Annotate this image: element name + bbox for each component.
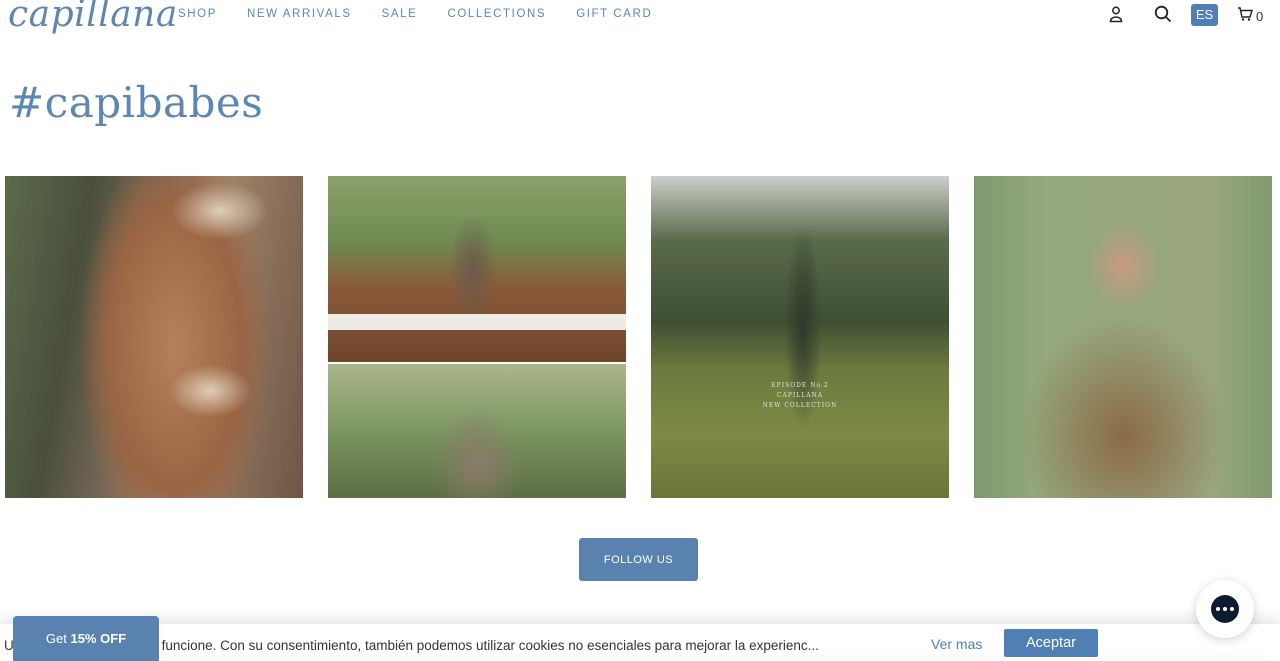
language-switcher[interactable]: ES (1191, 4, 1218, 26)
cookie-more-link[interactable]: Ver mas (931, 636, 982, 652)
discount-popup-tab[interactable]: Get 15% OFF (13, 616, 159, 661)
follow-us-button[interactable]: FOLLOW US (579, 538, 698, 581)
nav-item-gift-card[interactable]: GIFT CARD (576, 8, 652, 20)
nav-item-sale[interactable]: SALE (382, 8, 418, 20)
gallery-image-2-fence (328, 314, 626, 330)
cookie-banner: U s para que nuestro sitio funcione. Con… (0, 624, 1280, 657)
main-nav: SHOP NEW ARRIVALS SALE COLLECTIONS GIFT … (178, 8, 682, 20)
chat-bubble-icon (1211, 595, 1239, 623)
promo-prefix: Get (45, 630, 71, 646)
chat-launcher[interactable] (1196, 580, 1254, 638)
section-title: #capibabes (9, 78, 264, 127)
gallery-image-2-bottom (328, 364, 626, 498)
brand-logo[interactable]: capillana (8, 0, 178, 35)
gallery-image-3-caption: EPISODE No.2 CAPILLANA NEW COLLECTION (651, 381, 949, 411)
nav-item-shop[interactable]: SHOP (178, 8, 217, 20)
cart-count: 0 (1256, 9, 1264, 24)
user-icon[interactable] (1108, 5, 1124, 28)
gallery-image-2-top (328, 176, 626, 362)
nav-item-new-arrivals[interactable]: NEW ARRIVALS (247, 8, 352, 20)
caption-line-3: NEW COLLECTION (762, 402, 838, 409)
cart-icon (1237, 6, 1253, 27)
promo-highlight: 15% OFF (70, 630, 127, 646)
cookie-accept-button[interactable]: Aceptar (1004, 629, 1098, 657)
gallery-image-2[interactable] (328, 176, 626, 498)
caption-line-1: EPISODE No.2 (771, 382, 829, 389)
gallery-image-1[interactable] (5, 176, 303, 498)
gallery-image-3[interactable]: EPISODE No.2 CAPILLANA NEW COLLECTION (651, 176, 949, 498)
caption-line-2: CAPILLANA (776, 392, 824, 399)
nav-item-collections[interactable]: COLLECTIONS (447, 8, 546, 20)
gallery-image-4[interactable] (974, 176, 1272, 498)
search-icon[interactable] (1154, 5, 1172, 28)
cart-button[interactable]: 0 (1237, 6, 1263, 27)
